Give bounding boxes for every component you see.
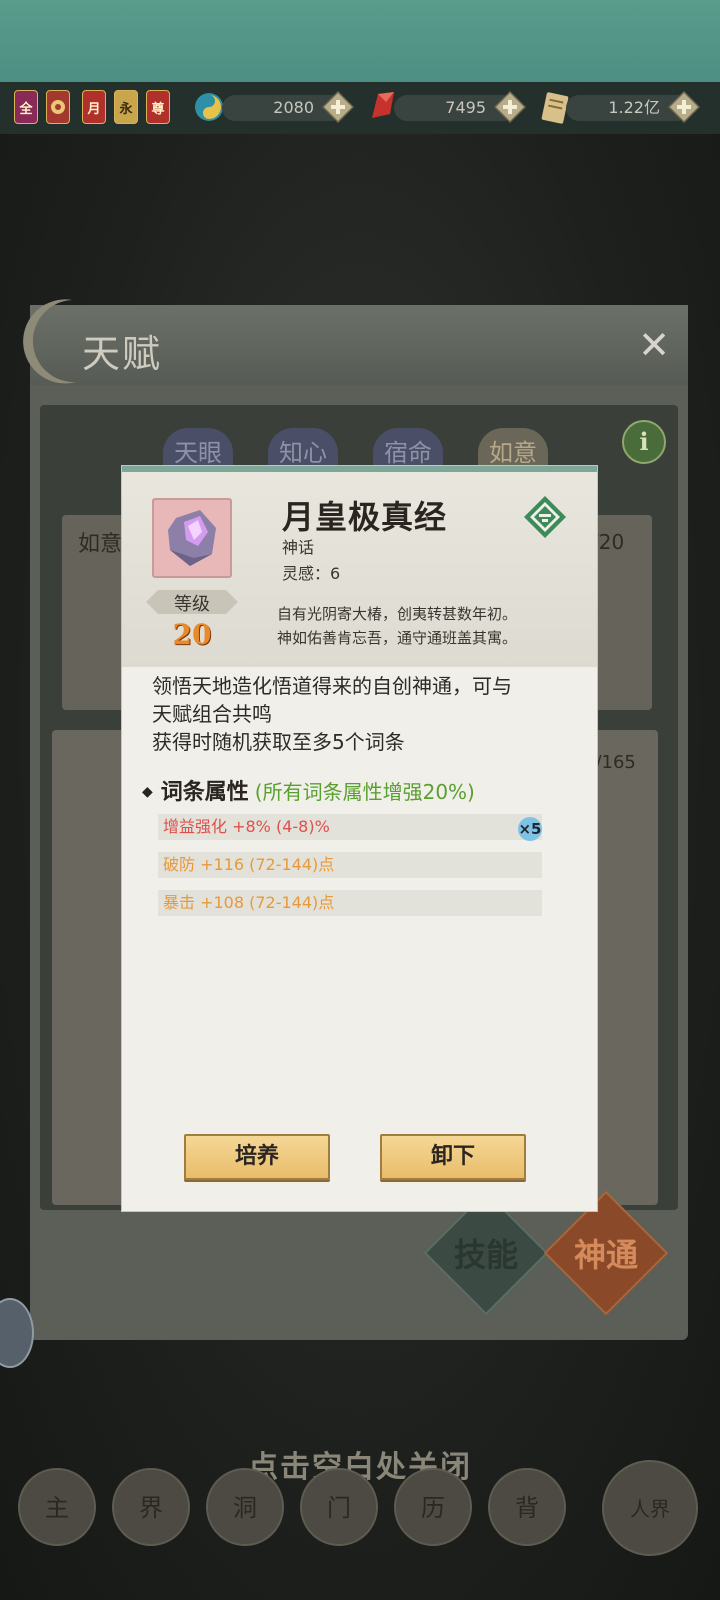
item-poem: 自有光阴寄大椿，创夷转甚数年初。 神如佑善肯忘吾，通守通班盖其寓。	[277, 602, 587, 650]
attributes-header: ◆ 词条属性 (所有词条属性增强20%)	[142, 774, 475, 806]
description-line: 天赋组合共鸣	[152, 702, 272, 726]
nav-item-human-realm[interactable]: 人界	[602, 1460, 698, 1556]
badge-quan[interactable]: 全	[14, 90, 38, 124]
talent-title: 天赋	[82, 332, 163, 376]
attribute-multiplier-badge: ×5	[518, 817, 542, 841]
coins-plus-icon[interactable]	[668, 91, 700, 123]
jade-swirl-icon	[195, 93, 223, 121]
item-name: 月皇极真经	[282, 498, 448, 536]
equipped-diamond-icon	[524, 496, 566, 538]
unequip-button[interactable]: 卸下	[380, 1134, 526, 1180]
item-insight: 灵感：6	[282, 564, 341, 583]
nav-item-cave[interactable]: 洞	[206, 1468, 284, 1546]
jade-plus-icon[interactable]	[322, 91, 354, 123]
item-icon-frame	[152, 498, 232, 578]
nav-item-sect[interactable]: 门	[300, 1468, 378, 1546]
item-rarity: 神话	[282, 538, 315, 557]
nav-item-main[interactable]: 主	[18, 1468, 96, 1546]
nav-item-realm[interactable]: 界	[112, 1468, 190, 1546]
ruyi-label: 如意	[78, 532, 123, 557]
attributes-title: 词条属性	[160, 780, 249, 805]
poem-line: 自有光阴寄大椿，创夷转甚数年初。	[277, 605, 518, 623]
item-detail-modal: 等级 20 月皇极真经 神话 灵感：6 自有光阴寄大椿，创夷转甚数年初。 神如佑…	[122, 466, 597, 1211]
resource-bar: 全 月 永 尊 2080 7495 1.22亿	[0, 82, 720, 134]
item-description: 领悟天地造化悟道得来的自创神通，可与 天赋组合共鸣 获得时随机获取至多5个词条	[152, 672, 572, 756]
description-line: 领悟天地造化悟道得来的自创神通，可与	[152, 674, 512, 698]
badge-zun[interactable]: 尊	[146, 90, 170, 124]
nav-item-journey[interactable]: 历	[394, 1468, 472, 1546]
badge-yue[interactable]: 月	[82, 90, 106, 124]
level-label: 等级	[174, 594, 210, 615]
attributes-bonus: (所有词条属性增强20%)	[254, 780, 475, 804]
crystal-icon	[372, 92, 394, 118]
divine-button[interactable]: 神通	[551, 1230, 661, 1276]
attribute-text: 暴击 +108 (72-144)点	[163, 893, 335, 912]
attribute-row: 暴击 +108 (72-144)点	[158, 890, 542, 916]
attribute-row: 增益强化 +8% (4-8)%	[158, 814, 542, 840]
crystal-plus-icon[interactable]	[494, 91, 526, 123]
badge-yong[interactable]: 永	[114, 90, 138, 124]
attribute-row: 破防 +116 (72-144)点	[158, 852, 542, 878]
status-bar	[0, 0, 720, 82]
nav-item-bag[interactable]: 背	[488, 1468, 566, 1546]
info-icon[interactable]: i	[622, 420, 666, 464]
cultivate-button[interactable]: 培养	[184, 1134, 330, 1180]
close-icon[interactable]: ✕	[636, 326, 672, 364]
level-value: 20	[172, 618, 212, 651]
crystal-stone-icon	[168, 510, 216, 566]
diamond-bullet-icon: ◆	[142, 784, 153, 800]
badge-seal-icon[interactable]	[46, 90, 70, 124]
attribute-text: 增益强化 +8% (4-8)%	[163, 817, 330, 836]
description-line: 获得时随机获取至多5个词条	[152, 730, 405, 754]
skill-button[interactable]: 技能	[431, 1230, 541, 1276]
poem-line: 神如佑善肯忘吾，通守通班盖其寓。	[277, 629, 518, 647]
attribute-text: 破防 +116 (72-144)点	[163, 855, 335, 874]
